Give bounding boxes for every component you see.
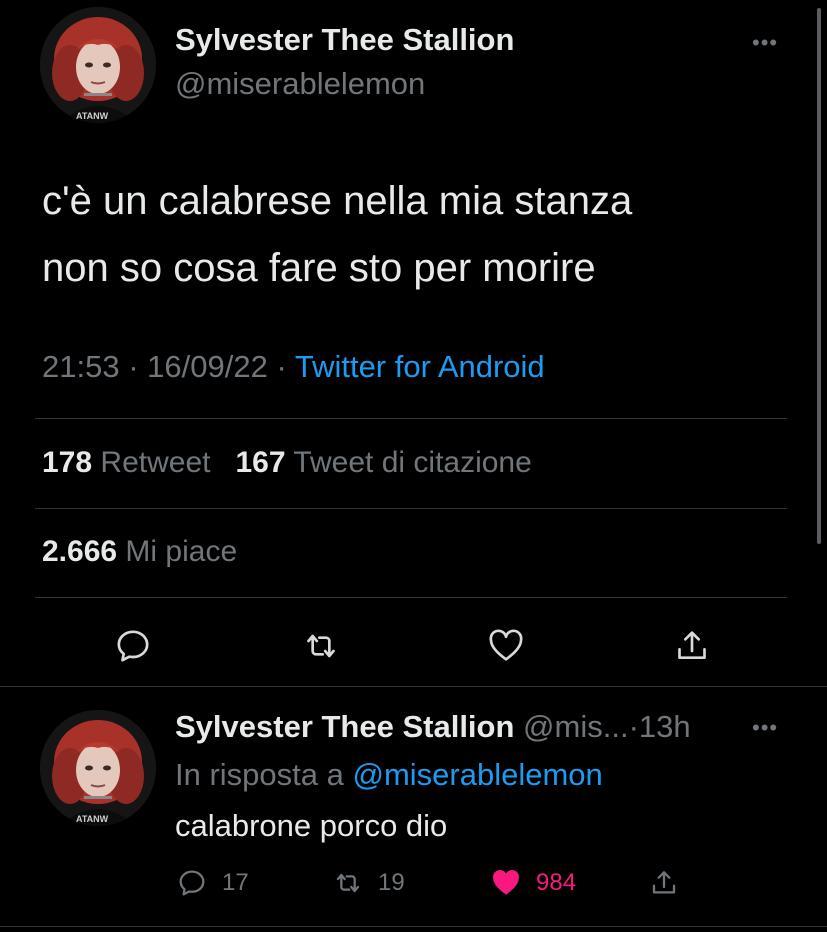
retweet-stats-row: 178 Retweet 167 Tweet di citazione: [42, 446, 532, 480]
reply-more-options-icon[interactable]: •••: [752, 715, 778, 741]
svg-text:ATANW: ATANW: [76, 111, 109, 121]
quote-count: 167: [235, 446, 286, 479]
replying-to-handle-link[interactable]: @miserablelemon: [353, 757, 603, 792]
reply-like-button[interactable]: 984: [490, 866, 576, 900]
like-label: Mi piace: [125, 535, 238, 568]
reply-author-avatar[interactable]: ATANW: [40, 710, 156, 826]
reply-retweet-count: 19: [378, 869, 405, 896]
reply-share-button[interactable]: [648, 866, 680, 900]
reply-reply-button[interactable]: 17: [176, 866, 249, 900]
meta-separator: ·: [628, 709, 639, 744]
divider: [0, 686, 827, 687]
author-avatar[interactable]: ATANW: [40, 7, 156, 123]
reply-header: Sylvester Thee Stallion @mis...·13h: [175, 709, 691, 745]
reply-retweet-button[interactable]: 19: [332, 866, 405, 900]
reply-text: calabrone porco dio: [175, 808, 448, 843]
quote-count-link[interactable]: 167 Tweet di citazione: [235, 446, 531, 479]
share-icon: [678, 631, 706, 659]
svg-text:ATANW: ATANW: [76, 814, 109, 824]
tweet-metadata: 21:53 · 16/09/22 · Twitter for Android: [42, 349, 545, 385]
tweet-source-link[interactable]: Twitter for Android: [295, 349, 545, 384]
author-handle[interactable]: @miserablelemon: [175, 66, 425, 102]
retweet-icon: [336, 873, 360, 893]
tweet-text: c'è un calabrese nella mia stanza non so…: [42, 168, 632, 302]
reply-like-count: 984: [536, 869, 577, 896]
replying-to-label: In risposta a: [175, 757, 344, 792]
tweet-time[interactable]: 21:53: [42, 349, 120, 384]
reply-icon: [179, 870, 205, 896]
reply-icon: [117, 630, 149, 662]
reply-button[interactable]: [113, 626, 153, 666]
reply-reply-count: 17: [222, 869, 249, 896]
like-icon: [489, 629, 523, 661]
retweet-count-link[interactable]: 178 Retweet: [42, 446, 210, 479]
divider: [35, 508, 787, 509]
replying-to: In risposta a @miserablelemon: [175, 757, 603, 793]
meta-separator: ·: [128, 349, 139, 384]
share-icon: [652, 871, 676, 894]
like-button[interactable]: [486, 626, 526, 666]
tweet-text-line: c'è un calabrese nella mia stanza: [42, 179, 633, 223]
tweet-date[interactable]: 16/09/22: [147, 349, 268, 384]
like-stats-row[interactable]: 2.666 Mi piace: [42, 535, 237, 569]
divider: [35, 597, 787, 598]
reply-time[interactable]: 13h: [639, 709, 691, 744]
scrollbar[interactable]: [817, 8, 821, 544]
tweet-text-line: non so cosa fare sto per morire: [42, 246, 596, 290]
retweet-icon: [307, 634, 335, 658]
retweet-label: Retweet: [100, 446, 211, 479]
divider: [0, 926, 827, 927]
retweet-button[interactable]: [301, 626, 341, 666]
like-count: 2.666: [42, 535, 118, 568]
more-options-icon[interactable]: •••: [752, 30, 778, 56]
author-name[interactable]: Sylvester Thee Stallion: [175, 22, 514, 58]
divider: [35, 418, 787, 419]
meta-separator: ·: [276, 349, 287, 384]
reply-author-name[interactable]: Sylvester Thee Stallion: [175, 709, 514, 744]
retweet-count: 178: [42, 446, 93, 479]
like-filled-icon: [493, 870, 519, 895]
share-button[interactable]: [672, 626, 712, 666]
quote-label: Tweet di citazione: [293, 446, 532, 479]
reply-author-handle[interactable]: @mis...: [523, 709, 629, 744]
